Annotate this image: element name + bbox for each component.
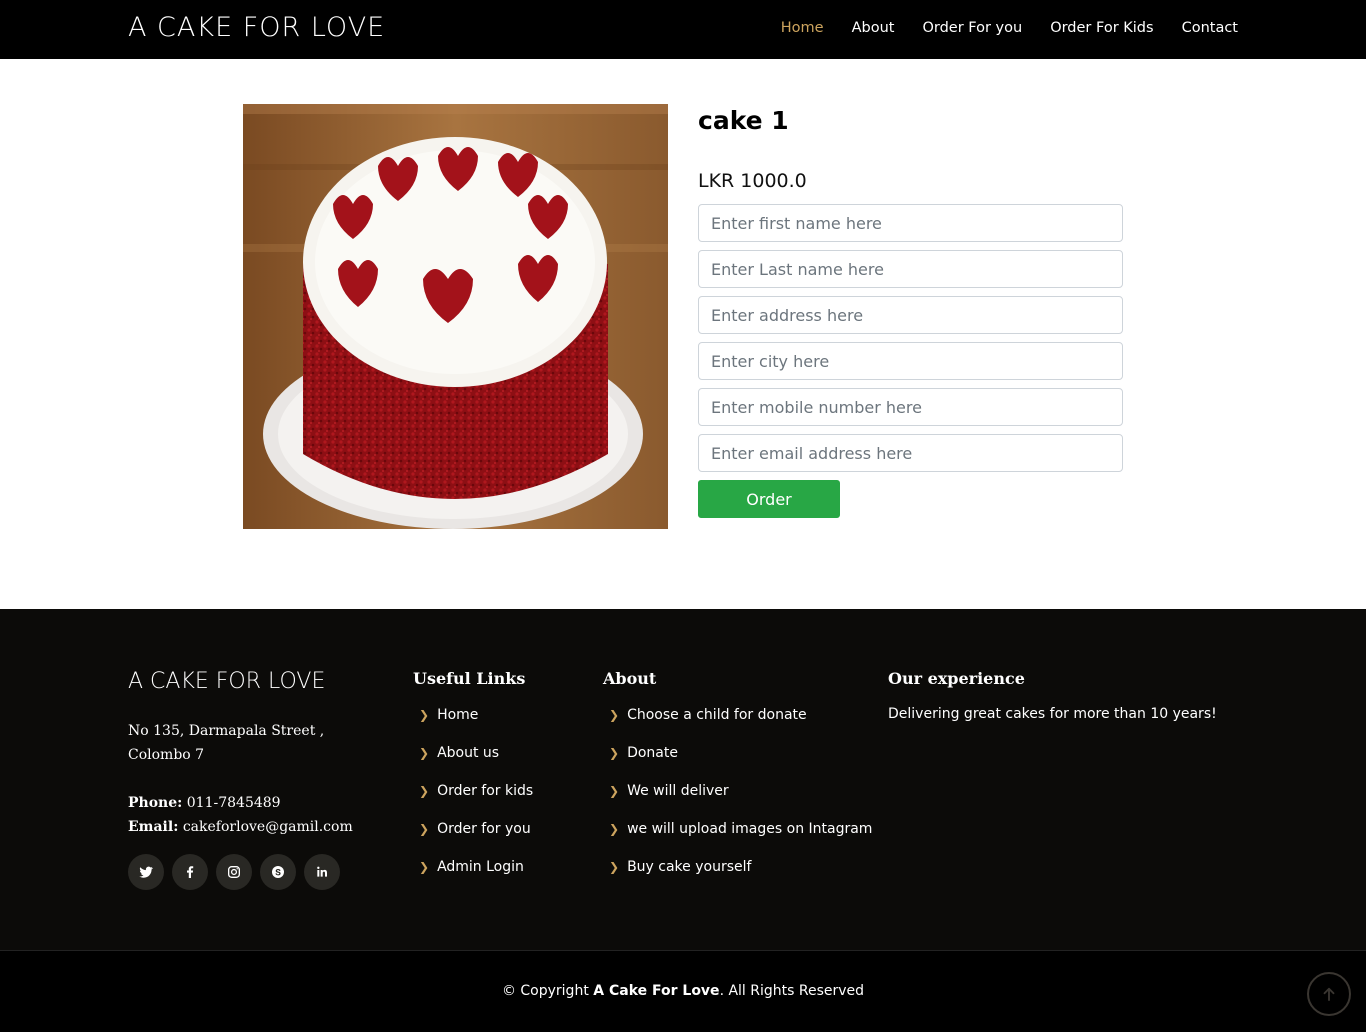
social-links: [128, 854, 348, 890]
product-image: [243, 104, 668, 529]
chevron-right-icon: ❯: [419, 822, 430, 836]
copyright-brand: A Cake For Love: [593, 983, 720, 999]
footer: A CAKE FOR LOVE No 135, Darmapala Street…: [0, 609, 1366, 951]
address-line-2: Colombo 7: [128, 747, 205, 763]
footer-link-donate[interactable]: Donate: [627, 744, 678, 762]
footer-link-instagram-uploads[interactable]: we will upload images on Intagram: [627, 820, 872, 838]
experience-text: Delivering great cakes for more than 10 …: [888, 706, 1217, 722]
footer-link-item: ❯ Order for kids: [413, 782, 533, 820]
chevron-right-icon: ❯: [609, 860, 620, 874]
useful-links-heading: Useful Links: [413, 669, 526, 688]
last-name-input[interactable]: [698, 250, 1123, 288]
footer-link-item: ❯ Home: [413, 706, 533, 744]
twitter-icon[interactable]: [128, 854, 164, 890]
phone-value: 011-7845489: [186, 795, 281, 811]
product-price: LKR 1000.0: [698, 170, 807, 192]
nav-about[interactable]: About: [852, 20, 895, 36]
footer-brand: A CAKE FOR LOVE: [128, 669, 326, 694]
copyright-prefix: © Copyright: [501, 983, 589, 999]
arrow-up-icon: [1323, 987, 1335, 1001]
footer-link-about-us[interactable]: About us: [437, 744, 499, 762]
footer-link-item: ❯ we will upload images on Intagram: [603, 820, 872, 858]
footer-link-order-for-you[interactable]: Order for you: [437, 820, 531, 838]
site-header: A CAKE FOR LOVE Home About Order For you…: [0, 0, 1366, 59]
email-value: cakeforlove@gamil.com: [182, 819, 353, 835]
site-logo[interactable]: A CAKE FOR LOVE: [128, 12, 385, 43]
chevron-right-icon: ❯: [609, 784, 620, 798]
footer-link-item: ❯ Order for you: [413, 820, 533, 858]
phone-label: Phone:: [128, 795, 183, 811]
footer-link-item: ❯ Donate: [603, 744, 872, 782]
order-button[interactable]: Order: [698, 480, 840, 518]
footer-link-order-for-kids[interactable]: Order for kids: [437, 782, 533, 800]
footer-link-item: ❯ About us: [413, 744, 533, 782]
footer-about: About ❯ Choose a child for donate ❯ Donate…: [603, 669, 872, 896]
main-nav: Home About Order For you Order For Kids …: [753, 20, 1238, 36]
footer-link-home[interactable]: Home: [437, 706, 478, 724]
footer-link-item: ❯ Choose a child for donate: [603, 706, 872, 744]
footer-link-deliver[interactable]: We will deliver: [627, 782, 729, 800]
copyright-suffix: . All Rights Reserved: [719, 983, 865, 999]
nav-order-for-kids[interactable]: Order For Kids: [1050, 20, 1153, 36]
nav-home[interactable]: Home: [781, 20, 824, 36]
footer-link-item: ❯ Buy cake yourself: [603, 858, 872, 896]
chevron-right-icon: ❯: [419, 860, 430, 874]
email-label: Email:: [128, 819, 179, 835]
copyright: © Copyright A Cake For Love. All Rights …: [0, 983, 1366, 999]
chevron-right-icon: ❯: [609, 746, 620, 760]
address-line-1: No 135, Darmapala Street ,: [128, 723, 325, 739]
footer-contact: Phone: 011-7845489 Email: cakeforlove@ga…: [128, 791, 353, 839]
footer-link-admin-login[interactable]: Admin Login: [437, 858, 524, 876]
about-heading: About: [603, 669, 657, 688]
first-name-input[interactable]: [698, 204, 1123, 242]
footer-bottom: © Copyright A Cake For Love. All Rights …: [0, 951, 1366, 1032]
footer-link-item: ❯ Admin Login: [413, 858, 533, 896]
mobile-input[interactable]: [698, 388, 1123, 426]
footer-link-choose-child[interactable]: Choose a child for donate: [627, 706, 807, 724]
nav-order-for-you[interactable]: Order For you: [922, 20, 1022, 36]
chevron-right-icon: ❯: [609, 708, 620, 722]
footer-experience: Our experience Delivering great cakes fo…: [888, 669, 1217, 722]
nav-contact[interactable]: Contact: [1182, 20, 1238, 36]
chevron-right-icon: ❯: [609, 822, 620, 836]
instagram-icon[interactable]: [216, 854, 252, 890]
footer-useful-links: Useful Links ❯ Home ❯ About us ❯ Order for …: [413, 669, 533, 896]
footer-link-buy-cake[interactable]: Buy cake yourself: [627, 858, 751, 876]
footer-link-item: ❯ We will deliver: [603, 782, 872, 820]
chevron-right-icon: ❯: [419, 708, 430, 722]
experience-heading: Our experience: [888, 669, 1025, 688]
skype-icon[interactable]: [260, 854, 296, 890]
chevron-right-icon: ❯: [419, 746, 430, 760]
email-input[interactable]: [698, 434, 1123, 472]
back-to-top-button[interactable]: [1307, 972, 1351, 1016]
facebook-icon[interactable]: [172, 854, 208, 890]
footer-address: No 135, Darmapala Street , Colombo 7: [128, 719, 328, 767]
linkedin-icon[interactable]: [304, 854, 340, 890]
chevron-right-icon: ❯: [419, 784, 430, 798]
city-input[interactable]: [698, 342, 1123, 380]
address-input[interactable]: [698, 296, 1123, 334]
order-form: Order: [698, 204, 1123, 518]
product-title: cake 1: [698, 106, 789, 135]
